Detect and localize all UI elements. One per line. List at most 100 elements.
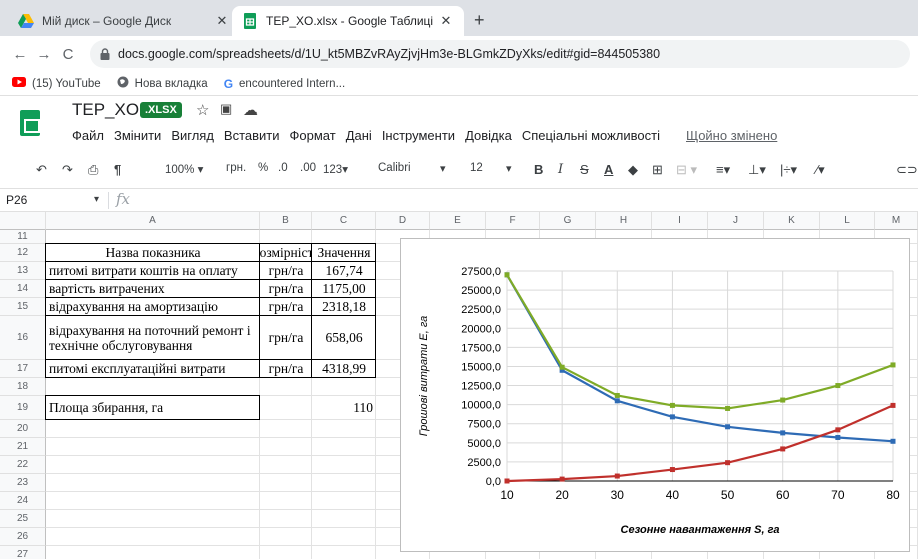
row-header-15[interactable]: 15 (0, 298, 46, 316)
menu-data[interactable]: Дані (346, 128, 372, 143)
strikethrough-icon[interactable]: S (580, 162, 589, 177)
header-cell-unit[interactable]: Розмірність (260, 244, 312, 262)
row-header-12[interactable]: 12 (0, 244, 46, 262)
italic-icon[interactable]: I (558, 162, 563, 177)
move-folder-icon[interactable]: ▣ (220, 101, 232, 117)
table-cell-unit[interactable]: грн/га (260, 262, 312, 280)
tab-google-drive[interactable]: Мій диск – Google Диск ✕ (8, 6, 240, 36)
font-size-dropdown-icon[interactable]: ▾ (506, 162, 512, 175)
text-color-icon[interactable]: A (604, 162, 613, 177)
column-header-l[interactable]: L (820, 212, 875, 230)
table-cell-unit[interactable]: грн/га (260, 298, 312, 316)
table-cell-name[interactable]: відрахування на поточний ремонт і техніч… (46, 316, 260, 360)
row-header-13[interactable]: 13 (0, 262, 46, 280)
row-header-11[interactable]: 11 (0, 230, 46, 244)
row-header-22[interactable]: 22 (0, 456, 46, 474)
table-cell-name[interactable]: питомі витрати коштів на оплату (46, 262, 260, 280)
table-cell-unit[interactable]: грн/га (260, 360, 312, 378)
forward-icon[interactable]: → (32, 46, 56, 63)
tab-sheets[interactable]: TEP_XO.xlsx - Google Таблиці ✕ (232, 6, 464, 36)
row-header-19[interactable]: 19 (0, 396, 46, 420)
area-label-cell[interactable]: Площа збирання, га (46, 396, 260, 420)
column-header-g[interactable]: G (540, 212, 596, 230)
row-header-14[interactable]: 14 (0, 280, 46, 298)
select-all-corner[interactable] (0, 212, 46, 230)
back-icon[interactable]: ← (8, 46, 32, 63)
menu-format[interactable]: Формат (290, 128, 336, 143)
column-header-b[interactable]: B (260, 212, 312, 230)
redo-icon[interactable]: ↷ (62, 162, 73, 178)
zoom-select[interactable]: 100% ▾ (165, 162, 203, 176)
table-cell-value[interactable]: 4318,99 (312, 360, 376, 378)
insert-link-icon[interactable]: ⊂⊃ (896, 162, 918, 178)
reload-icon[interactable]: C (56, 46, 80, 63)
column-header-k[interactable]: K (764, 212, 820, 230)
cloud-status-icon[interactable]: ☁ (243, 101, 258, 119)
fill-color-icon[interactable]: ◆ (628, 162, 638, 178)
header-cell-name[interactable]: Назва показника (46, 244, 260, 262)
paint-format-icon[interactable]: ¶ (114, 162, 121, 177)
print-icon[interactable]: ⎙ (88, 162, 98, 178)
column-header-a[interactable]: A (46, 212, 260, 230)
column-header-j[interactable]: J (708, 212, 764, 230)
row-header-21[interactable]: 21 (0, 438, 46, 456)
increase-decimals-button[interactable]: .00 (300, 162, 316, 174)
number-format-select[interactable]: 123▾ (323, 162, 348, 176)
table-cell-value[interactable]: 167,74 (312, 262, 376, 280)
menu-tools[interactable]: Інструменти (382, 128, 455, 143)
font-size-input[interactable]: 12 (470, 162, 483, 174)
currency-format-button[interactable]: грн. (226, 162, 246, 174)
close-icon[interactable]: ✕ (438, 13, 454, 29)
undo-icon[interactable]: ↶ (36, 162, 47, 178)
horizontal-align-icon[interactable]: ≡▾ (716, 162, 730, 178)
row-header-26[interactable]: 26 (0, 528, 46, 546)
bold-icon[interactable]: B (534, 162, 543, 177)
text-rotation-icon[interactable]: ⁄▾ (816, 162, 825, 178)
table-cell-value[interactable]: 1175,00 (312, 280, 376, 298)
column-header-e[interactable]: E (430, 212, 486, 230)
row-header-20[interactable]: 20 (0, 420, 46, 438)
row-header-17[interactable]: 17 (0, 360, 46, 378)
area-value-cell[interactable]: 110 (260, 396, 376, 420)
table-cell-value[interactable]: 2318,18 (312, 298, 376, 316)
row-header-27[interactable]: 27 (0, 546, 46, 559)
menu-edit[interactable]: Змінити (114, 128, 161, 143)
column-header-h[interactable]: H (596, 212, 652, 230)
star-icon[interactable]: ☆ (196, 101, 209, 119)
new-tab-icon[interactable]: + (474, 10, 485, 31)
row-header-24[interactable]: 24 (0, 492, 46, 510)
column-header-m[interactable]: M (875, 212, 918, 230)
font-select[interactable]: Calibri (378, 162, 411, 174)
column-header-i[interactable]: I (652, 212, 708, 230)
menu-insert[interactable]: Вставити (224, 128, 280, 143)
column-header-c[interactable]: C (312, 212, 376, 230)
text-wrapping-icon[interactable]: |÷▾ (780, 162, 797, 178)
name-box[interactable]: P26 (6, 193, 27, 207)
bookmark-new-tab[interactable]: Нова вкладка (117, 76, 208, 91)
vertical-align-icon[interactable]: ⊥▾ (748, 162, 766, 178)
decrease-decimals-button[interactable]: .0 (278, 162, 288, 174)
menu-accessibility[interactable]: Спеціальні можливості (522, 128, 660, 143)
column-header-d[interactable]: D (376, 212, 430, 230)
document-title[interactable]: TEP_XO (72, 100, 139, 120)
row-header-23[interactable]: 23 (0, 474, 46, 492)
table-cell-value[interactable]: 658,06 (312, 316, 376, 360)
table-cell-unit[interactable]: грн/га (260, 280, 312, 298)
percent-format-button[interactable]: % (258, 162, 268, 174)
row-header-25[interactable]: 25 (0, 510, 46, 528)
row-header-18[interactable]: 18 (0, 378, 46, 396)
close-icon[interactable]: ✕ (214, 13, 230, 29)
menu-file[interactable]: Файл (72, 128, 104, 143)
bookmark-youtube[interactable]: (15) YouTube (12, 77, 101, 90)
merge-cells-icon[interactable]: ⊟ ▾ (676, 162, 697, 178)
table-cell-name[interactable]: питомі експлуатаційні витрати (46, 360, 260, 378)
name-box-dropdown-icon[interactable]: ▾ (94, 194, 99, 205)
row-header-16[interactable]: 16 (0, 316, 46, 360)
header-cell-value[interactable]: Значення (312, 244, 376, 262)
menu-help[interactable]: Довідка (465, 128, 512, 143)
cost-chart[interactable]: 0,0 2500,0 5000,0 7500,0 10000,0 12500,0 15000… (400, 238, 910, 552)
table-cell-name[interactable]: вартість витрачених (46, 280, 260, 298)
column-header-f[interactable]: F (486, 212, 540, 230)
table-cell-unit[interactable]: грн/га (260, 316, 312, 360)
menu-view[interactable]: Вигляд (171, 128, 214, 143)
